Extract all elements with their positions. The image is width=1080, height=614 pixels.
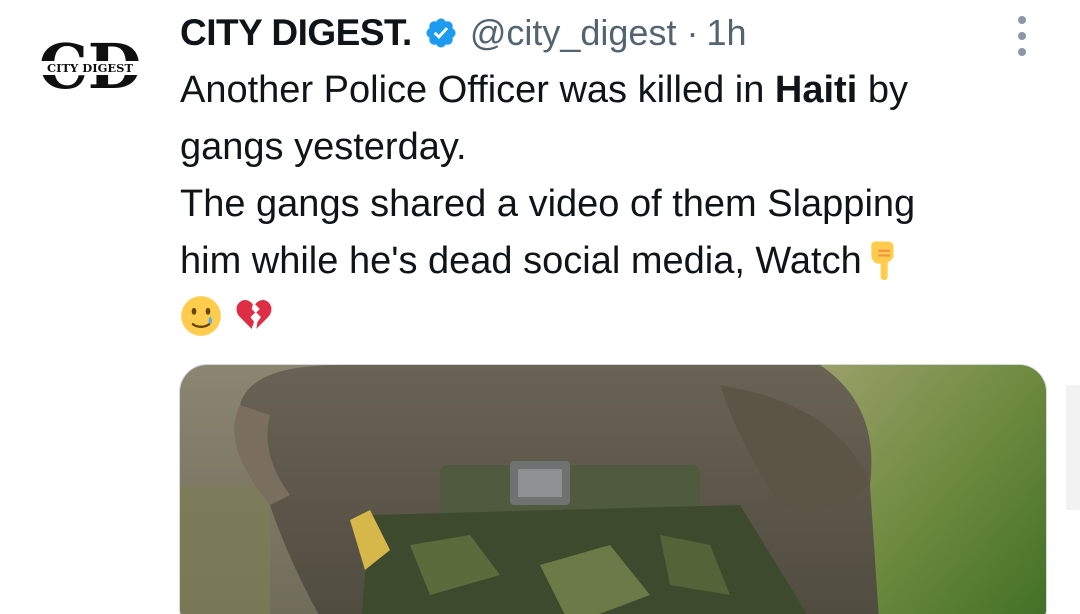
logo-subtext: CITY DIGEST (47, 61, 134, 75)
avatar[interactable]: CD CITY DIGEST (26, 28, 154, 112)
tweet-text: Another Police Officer was killed in Hai… (180, 62, 1040, 347)
tweet-text-line-5 (180, 290, 1040, 347)
tweet-text-line-4: him while he's dead social media, Watch (180, 233, 1040, 290)
tweet-header: CITY DIGEST. @city_digest · 1h (180, 8, 747, 58)
tweet-text-line-3: The gangs shared a video of them Slappin… (180, 183, 916, 225)
display-name[interactable]: CITY DIGEST. (180, 12, 412, 54)
pointing-down-emoji-icon (862, 238, 904, 280)
city-digest-logo: CD CITY DIGEST (30, 30, 148, 103)
separator-dot: · (686, 12, 699, 53)
hashtag-haiti: Haiti (774, 69, 858, 111)
more-options-icon[interactable] (1010, 16, 1034, 56)
tweet-text-line-2: gangs yesterday. (180, 126, 467, 168)
smiling-face-with-tear-emoji-icon (180, 295, 222, 337)
tweet-text-line-1: Another Police Officer was killed in Hai… (180, 69, 908, 111)
timestamp[interactable]: 1h (706, 12, 746, 54)
broken-heart-emoji-icon (233, 295, 275, 337)
video-frame-image (180, 365, 1046, 614)
scroll-edge (1066, 385, 1080, 510)
video-thumbnail[interactable] (179, 364, 1047, 614)
tweet[interactable]: CD CITY DIGEST CITY DIGEST. @city_digest… (0, 0, 1080, 614)
user-handle[interactable]: @city_digest (470, 12, 677, 54)
verified-badge-icon[interactable] (424, 16, 458, 50)
